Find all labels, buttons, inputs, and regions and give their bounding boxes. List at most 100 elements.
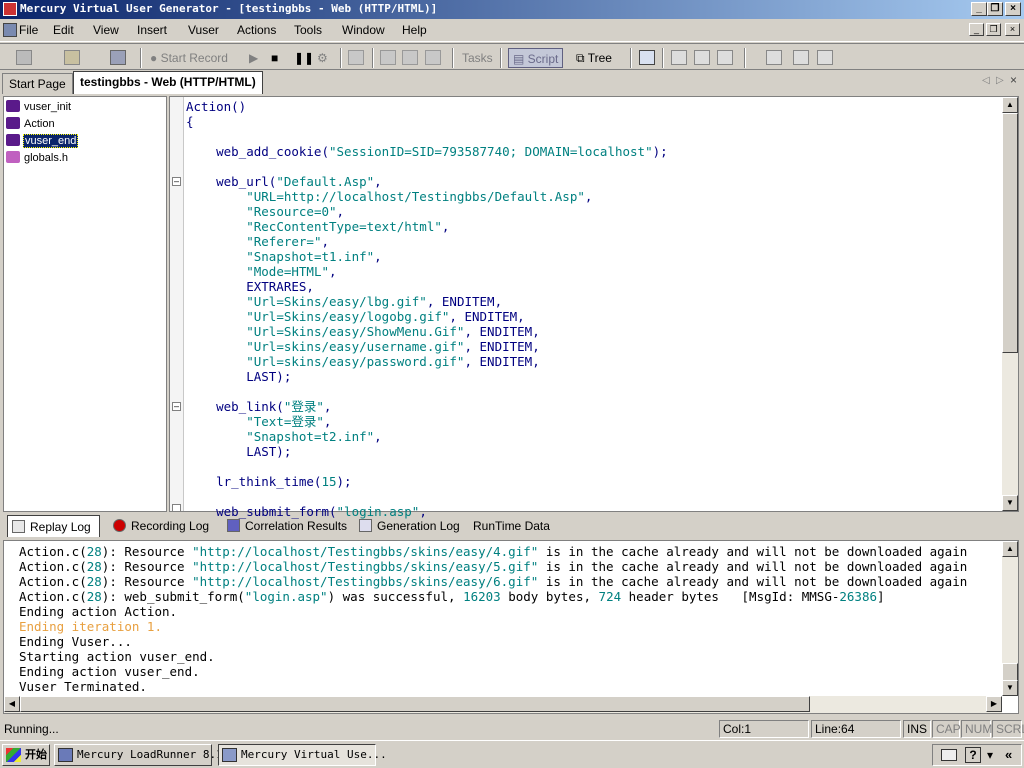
tasks-button[interactable]: Tasks (462, 48, 493, 68)
code-line[interactable]: "URL=http://localhost/Testingbbs/Default… (186, 189, 668, 204)
log-line[interactable]: Ending Vuser... (19, 634, 1003, 649)
menu-edit[interactable]: Edit (53, 23, 74, 37)
mdi-minimize-button[interactable]: _ (969, 23, 984, 36)
scroll-down-icon[interactable]: ▼ (1002, 680, 1018, 696)
replay-log-panel[interactable]: Action.c(28): Resource "http://localhost… (3, 540, 1019, 714)
close-tab-icon[interactable]: × (1010, 73, 1017, 87)
tree-item-vuser-end[interactable]: vuser_end (6, 134, 79, 150)
menu-file[interactable]: File (19, 23, 38, 37)
parameter-icon[interactable] (793, 50, 809, 65)
code-line[interactable] (186, 489, 668, 504)
scroll-thumb[interactable] (20, 696, 810, 712)
code-line[interactable]: "Url=skins/easy/password.gif", ENDITEM, (186, 354, 668, 369)
code-line[interactable]: web_url("Default.Asp", (186, 174, 668, 189)
log-horizontal-scrollbar[interactable]: ◀ ▶ (4, 696, 1002, 713)
help-icon[interactable]: ? (965, 747, 981, 763)
menu-window[interactable]: Window (342, 23, 385, 37)
taskbar-item-vugen[interactable]: Mercury Virtual Use... (218, 744, 387, 766)
tab-generation-log[interactable]: Generation Log (355, 515, 468, 537)
fold-toggle-icon[interactable]: – (172, 402, 181, 411)
app-icon[interactable] (3, 2, 17, 16)
breakpoint-icon[interactable] (402, 50, 418, 65)
scroll-left-icon[interactable]: ◀ (4, 696, 20, 712)
export-icon[interactable] (817, 50, 833, 65)
pause-icon[interactable]: ❚❚ (294, 48, 314, 68)
fold-toggle-icon[interactable]: – (172, 177, 181, 186)
log-line[interactable]: Action.c(28): web_submit_form("login.asp… (19, 589, 1003, 604)
code-line[interactable]: web_link("登录", (186, 399, 668, 414)
log-line[interactable]: Ending action Action. (19, 604, 1003, 619)
title-bar[interactable]: Mercury Virtual User Generator - [testin… (0, 0, 1024, 19)
new-icon[interactable] (16, 50, 32, 65)
log-vertical-scrollbar[interactable]: ▲ ▼ (1002, 541, 1018, 696)
taskbar-item-loadrunner[interactable]: Mercury LoadRunner 8.1 (54, 744, 223, 766)
scroll-right-icon[interactable]: ▶ (986, 696, 1002, 712)
scroll-down-icon[interactable]: ▼ (1002, 495, 1018, 511)
code-line[interactable]: "Resource=0", (186, 204, 668, 219)
tab-recording-log[interactable]: Recording Log (109, 515, 217, 537)
code-line[interactable]: "Snapshot=t1.inf", (186, 249, 668, 264)
menu-help[interactable]: Help (402, 23, 427, 37)
code-line[interactable]: lr_think_time(15); (186, 474, 668, 489)
fold-toggle-icon[interactable] (172, 504, 181, 511)
log-line[interactable]: Action.c(28): Resource "http://localhost… (19, 574, 1003, 589)
start-record-button[interactable]: ● Start Record (150, 48, 228, 68)
scroll-thumb[interactable] (1002, 113, 1018, 353)
output-window-icon[interactable] (639, 50, 655, 65)
step-icon[interactable] (380, 50, 396, 65)
code-line[interactable]: Action() (186, 99, 668, 114)
code-line[interactable]: "Text=登录", (186, 414, 668, 429)
tab-scroll-right-icon[interactable]: ▷ (996, 75, 1004, 86)
scroll-thumb[interactable] (1002, 663, 1018, 681)
code-line[interactable]: web_add_cookie("SessionID=SID=793587740;… (186, 144, 668, 159)
document-icon[interactable] (3, 23, 17, 37)
play-icon[interactable]: ▶ (249, 48, 258, 68)
tab-start-page[interactable]: Start Page (2, 73, 73, 94)
tab-replay-log[interactable]: Replay Log (7, 515, 100, 537)
maximize-button[interactable]: ❐ (987, 2, 1003, 16)
menu-insert[interactable]: Insert (137, 23, 167, 37)
scroll-up-icon[interactable]: ▲ (1002, 541, 1018, 557)
layout-icon-2[interactable] (694, 50, 710, 65)
tree-item-globals[interactable]: globals.h (6, 151, 69, 167)
code-line[interactable] (186, 459, 668, 474)
stop-icon[interactable]: ■ (271, 48, 278, 68)
menu-tools[interactable]: Tools (294, 23, 322, 37)
menu-vuser[interactable]: Vuser (188, 23, 219, 37)
layout-icon-3[interactable] (717, 50, 733, 65)
log-line[interactable]: Action.c(28): Resource "http://localhost… (19, 559, 1003, 574)
log-line[interactable]: Ending action vuser_end. (19, 664, 1003, 679)
menu-view[interactable]: View (93, 23, 119, 37)
code-line[interactable]: "Mode=HTML", (186, 264, 668, 279)
code-line[interactable]: "RecContentType=text/html", (186, 219, 668, 234)
tray-expand-icon[interactable]: « (1005, 747, 1012, 762)
tree-view-button[interactable]: ⧉ Tree (576, 48, 612, 68)
tray-icon[interactable]: ▾ (987, 748, 993, 762)
tree-item-vuser-init[interactable]: vuser_init (6, 100, 72, 116)
log-line[interactable]: Action.c(28): Resource "http://localhost… (19, 544, 1003, 559)
code-line[interactable]: LAST); (186, 369, 668, 384)
compile-icon[interactable] (348, 50, 364, 65)
code-line[interactable]: { (186, 114, 668, 129)
close-button[interactable]: × (1005, 2, 1021, 16)
toggle-breakpoint-icon[interactable] (425, 50, 441, 65)
editor-vertical-scrollbar[interactable]: ▲ ▼ (1002, 97, 1018, 511)
log-content[interactable]: Action.c(28): Resource "http://localhost… (19, 544, 1003, 694)
code-line[interactable] (186, 384, 668, 399)
layout-icon-1[interactable] (671, 50, 687, 65)
code-line[interactable]: "Url=Skins/easy/lbg.gif", ENDITEM, (186, 294, 668, 309)
menu-actions[interactable]: Actions (237, 23, 276, 37)
save-icon[interactable] (110, 50, 126, 65)
code-line[interactable]: "Url=Skins/easy/ShowMenu.Gif", ENDITEM, (186, 324, 668, 339)
code-line[interactable]: "Referer=", (186, 234, 668, 249)
log-line[interactable]: Vuser Terminated. (19, 679, 1003, 694)
code-line[interactable]: EXTRARES, (186, 279, 668, 294)
tab-scroll-left-icon[interactable]: ◁ (982, 75, 990, 86)
log-line[interactable]: Ending iteration 1. (19, 619, 1003, 634)
script-editor[interactable]: – – Action(){ web_add_cookie("SessionID=… (169, 96, 1019, 519)
code-line[interactable] (186, 129, 668, 144)
refresh-icon[interactable] (766, 50, 782, 65)
tab-runtime-data[interactable]: RunTime Data (469, 515, 558, 537)
open-icon[interactable] (64, 50, 80, 65)
tab-testingbbs[interactable]: testingbbs - Web (HTTP/HTML) (73, 71, 263, 94)
